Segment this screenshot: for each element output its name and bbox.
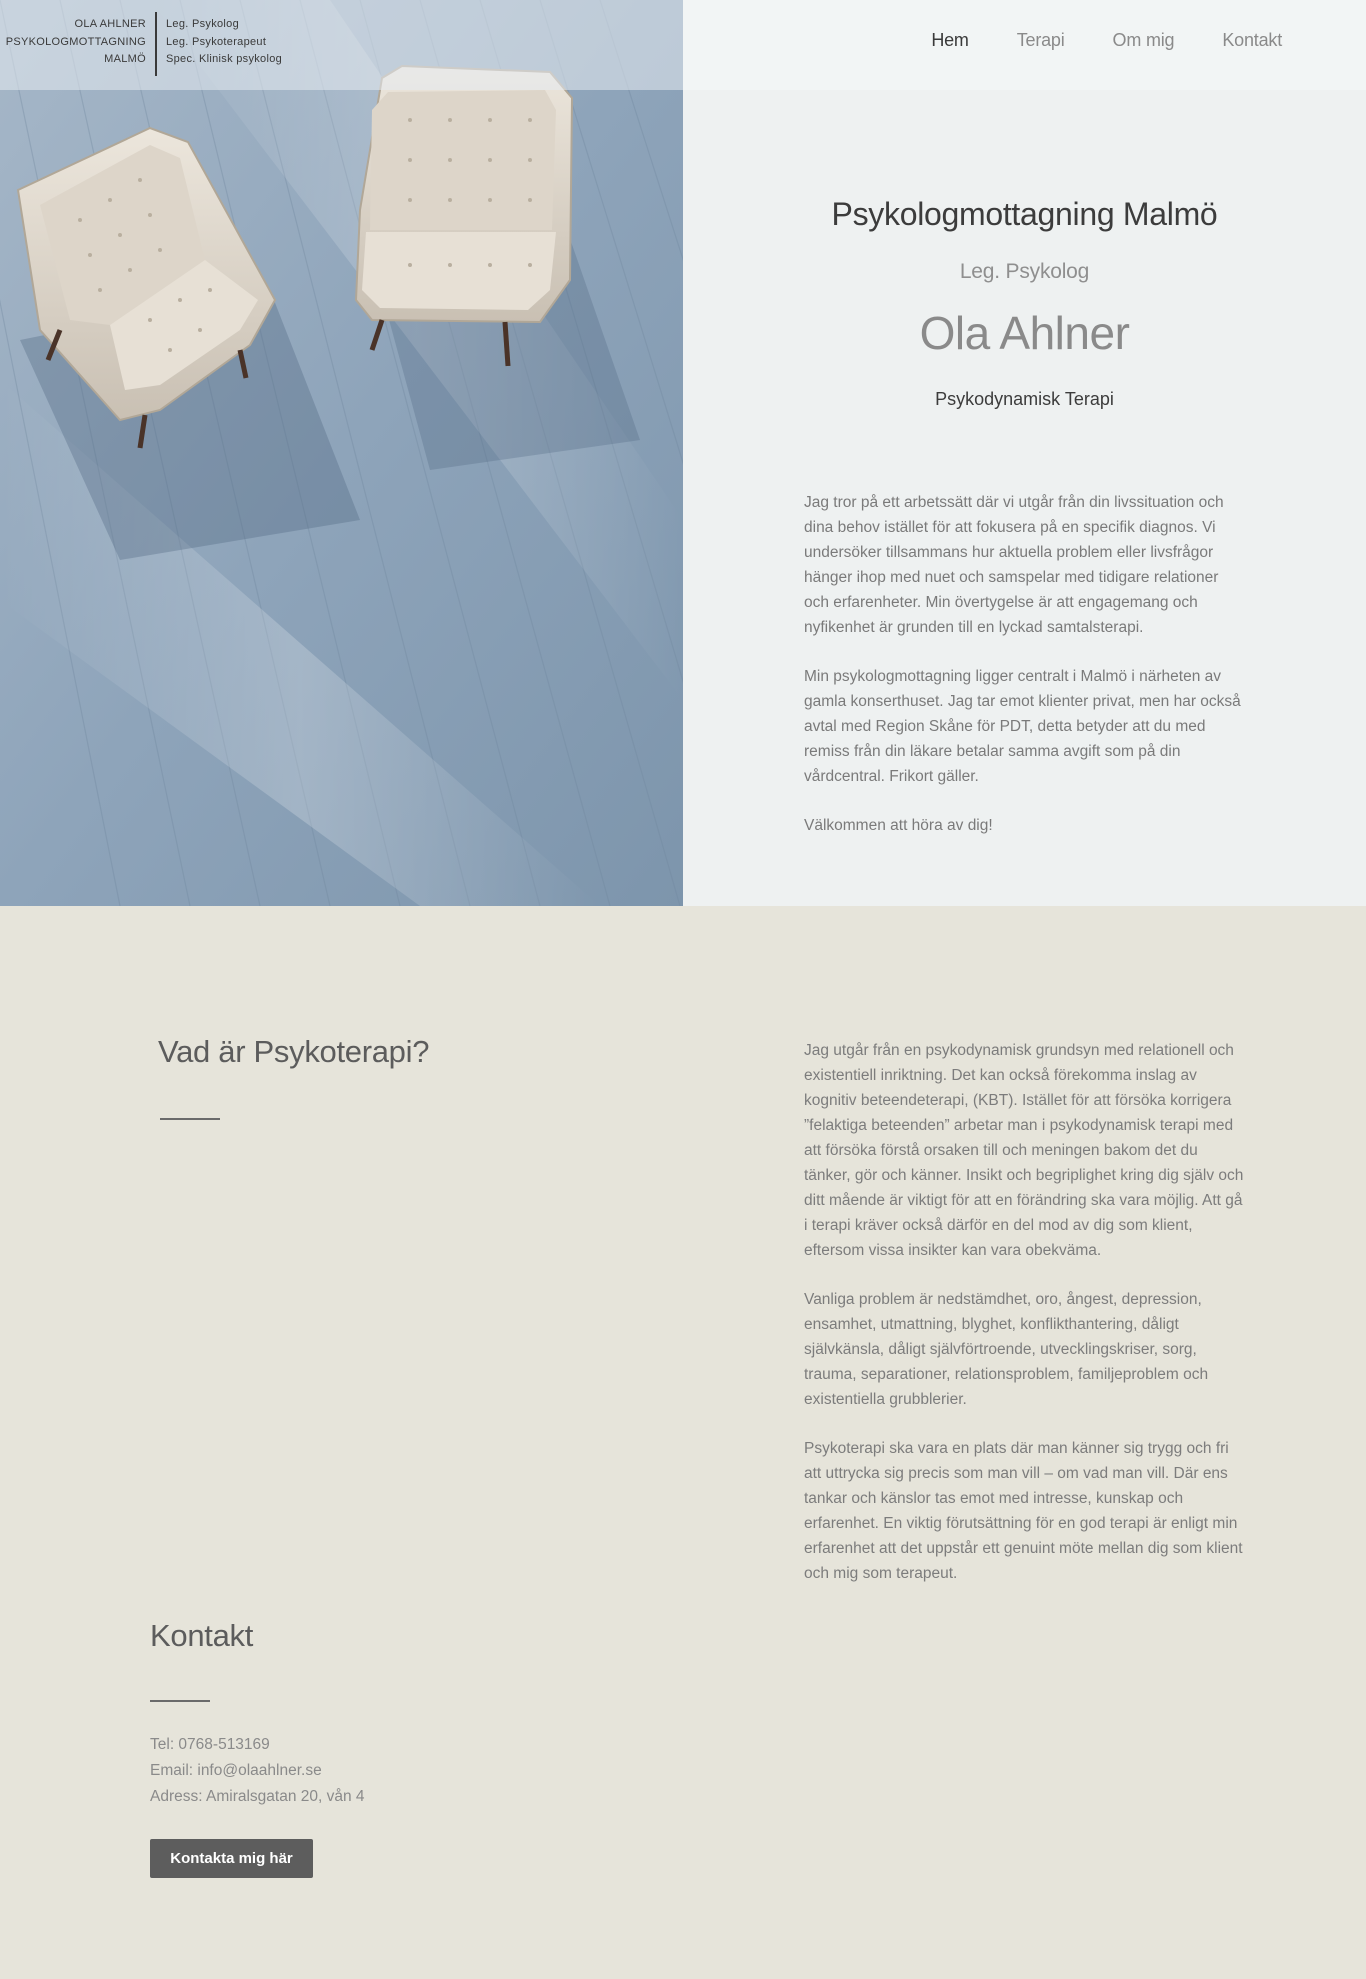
logo-line: PSYKOLOGMOTTAGNING xyxy=(5,35,146,48)
nav-item-terapi[interactable]: Terapi xyxy=(1017,30,1065,51)
logo-title-line: Spec. Klinisk psykolog xyxy=(166,53,283,65)
kontakt-divider xyxy=(150,1700,210,1702)
intro-paragraph: Min psykologmottagning ligger centralt i… xyxy=(804,668,1241,785)
logo-line: OLA AHLNER xyxy=(74,18,146,30)
nav-item-kontakt[interactable]: Kontakt xyxy=(1222,30,1282,51)
logo-title-line: Leg. Psykoterapeut xyxy=(166,35,267,48)
psykoterapi-paragraph: Psykoterapi ska vara en plats där man kä… xyxy=(804,1440,1243,1582)
logo-name-block: OLA AHLNER PSYKOLOGMOTTAGNING MALMÖ xyxy=(0,16,146,69)
nav-item-om-mig[interactable]: Om mig xyxy=(1113,30,1175,51)
kontakt-heading: Kontakt xyxy=(150,1618,254,1653)
site-header: OLA AHLNER PSYKOLOGMOTTAGNING MALMÖ Leg.… xyxy=(0,0,1366,90)
psykoterapi-divider xyxy=(160,1118,220,1120)
contact-address: Adress: Amiralsgatan 20, vån 4 xyxy=(150,1788,365,1805)
kontakt-details: Tel: 0768-513169 Email: info@olaahlner.s… xyxy=(150,1732,365,1810)
logo-title-line: Leg. Psykolog xyxy=(166,18,239,30)
psykoterapi-text: Jag utgår från en psykodynamisk grundsyn… xyxy=(804,1038,1246,1610)
intro-paragraph: Jag tror på ett arbetssätt där vi utgår … xyxy=(804,494,1224,636)
hero-title: Psykologmottagning Malmö xyxy=(831,196,1218,232)
contact-phone[interactable]: Tel: 0768-513169 xyxy=(150,1732,365,1758)
main-nav: Hem Terapi Om mig Kontakt xyxy=(931,30,1282,51)
contact-email[interactable]: Email: info@olaahlner.se xyxy=(150,1758,365,1784)
intro-paragraph: Välkommen att höra av dig! xyxy=(804,817,993,834)
contact-me-button[interactable]: Kontakta mig här xyxy=(150,1839,313,1878)
hero-section: OLA AHLNER PSYKOLOGMOTTAGNING MALMÖ Leg.… xyxy=(0,0,1366,906)
psykoterapi-paragraph: Jag utgår från en psykodynamisk grundsyn… xyxy=(804,1042,1244,1259)
hero-name: Ola Ahlner xyxy=(919,307,1130,359)
logo-titles-block: Leg. Psykolog Leg. Psykoterapeut Spec. K… xyxy=(166,16,296,69)
armchairs-illustration xyxy=(0,0,683,906)
logo-line: MALMÖ xyxy=(104,53,146,65)
nav-item-hem[interactable]: Hem xyxy=(931,30,969,51)
hero-intro-text: Jag tror på ett arbetssätt där vi utgår … xyxy=(804,490,1244,862)
hero-image xyxy=(0,0,683,906)
hero-subtitle: Leg. Psykolog xyxy=(959,260,1090,283)
psykoterapi-paragraph: Vanliga problem är nedstämdhet, oro, ång… xyxy=(804,1291,1209,1408)
psykoterapi-heading: Vad är Psykoterapi? xyxy=(158,1034,430,1069)
hero-tagline: Psykodynamisk Terapi xyxy=(935,389,1114,409)
logo-divider xyxy=(155,12,157,76)
site-logo[interactable]: OLA AHLNER PSYKOLOGMOTTAGNING MALMÖ Leg.… xyxy=(0,12,290,78)
